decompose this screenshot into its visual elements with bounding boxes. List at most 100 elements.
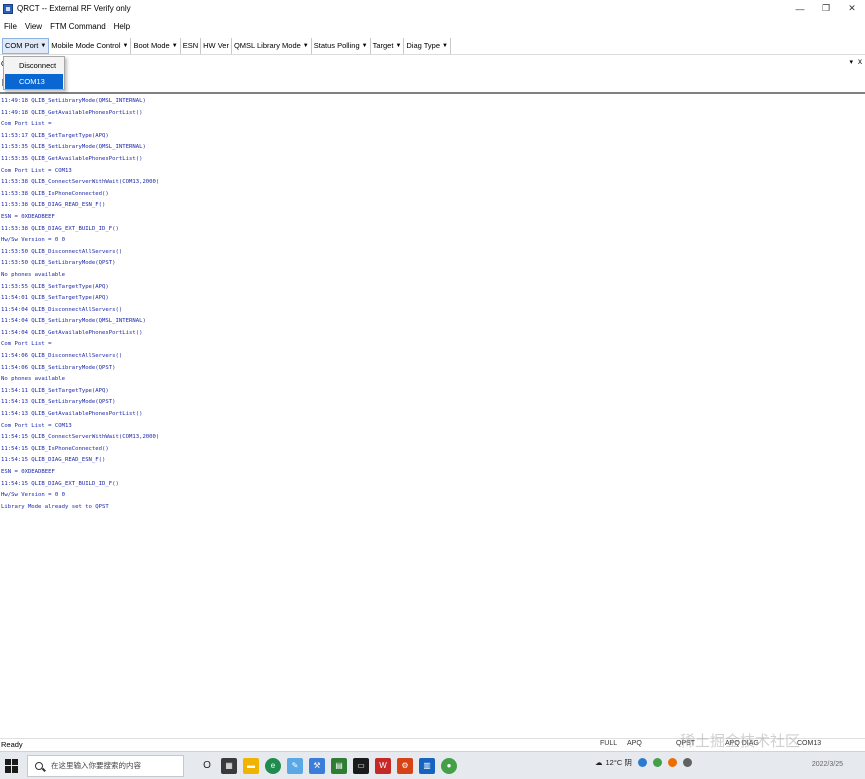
chevron-down-icon: ▼	[361, 42, 368, 49]
restore-icon[interactable]: ❐	[813, 0, 839, 17]
status-ready: Ready	[1, 740, 23, 749]
qrct-app-icon[interactable]: ▥	[419, 757, 435, 774]
mobile-mode-control-button[interactable]: Mobile Mode Control ▼	[49, 37, 132, 54]
tray-icon[interactable]	[682, 758, 692, 767]
log-line: 11:53:50 QLIB_DisconnectAllServers()	[1, 248, 123, 255]
clock-date[interactable]: 2022/3/25	[812, 761, 843, 768]
log-line: 11:54:13 QLIB_SetLibraryMode(QPST)	[1, 399, 116, 406]
log-line: 11:54:04 QLIB_SetLibraryMode(QMSL_INTERN…	[1, 318, 146, 325]
pin-icon[interactable]: ▾	[849, 58, 853, 66]
weather-text[interactable]: 12°C 阴	[606, 757, 632, 768]
menu-file[interactable]: File	[4, 22, 17, 31]
qmsl-library-mode-button[interactable]: QMSL Library Mode ▼	[232, 37, 312, 54]
system-tray: ☁ 12°C 阴	[595, 757, 692, 768]
toolbar: COM Port ▼ Mobile Mode Control ▼ Boot Mode…	[0, 37, 865, 55]
chat-app-icon[interactable]: ●	[441, 757, 457, 774]
search-placeholder: 在这里输入你要搜索的内容	[51, 761, 141, 770]
task-view-icon[interactable]: O	[199, 758, 215, 774]
status-polling-button[interactable]: Status Polling ▼	[312, 37, 371, 54]
chevron-down-icon: ▼	[442, 42, 448, 49]
window-controls: — ❐ ✕	[787, 0, 865, 17]
log-line: Hw/Sw Version = 0 0	[1, 237, 65, 244]
log-line: 11:49:18 QLIB_GetAvailablePhonesPortList…	[1, 109, 143, 116]
log-line: 11:54:13 QLIB_GetAvailablePhonesPortList…	[1, 411, 143, 418]
taskbar: 在这里输入你要搜索的内容 O ▦ ▬ e ✎ ⚒ ▤ ▭ W ⚙ ▥ ● ☁ 1…	[0, 751, 865, 779]
tool-icon[interactable]: ⚒	[309, 757, 325, 774]
log-line: ESN = 0XDEADBEEF	[1, 469, 55, 475]
tray-icon[interactable]	[637, 758, 647, 767]
hw-ver-button[interactable]: HW Ver	[201, 37, 232, 54]
log-line: 11:54:06 QLIB_DisconnectAllServers()	[1, 353, 123, 360]
chevron-down-icon: ▼	[302, 42, 309, 49]
log-line: 11:53:38 QLIB_DIAG_READ_ESN_F()	[1, 202, 106, 209]
log-line: 11:54:06 QLIB_SetLibraryMode(QPST)	[1, 364, 116, 371]
chevron-down-icon: ▼	[395, 42, 402, 49]
notes-icon[interactable]: ✎	[287, 757, 303, 774]
log-output[interactable]: 11:49:18 QLIB_SetLibraryMode(QMSL_INTERN…	[0, 96, 865, 736]
windows-start-icon[interactable]	[5, 758, 19, 773]
log-line: 11:53:55 QLIB_SetTargetType(APQ)	[1, 283, 109, 290]
tray-icon[interactable]	[667, 758, 677, 767]
esn-button[interactable]: ESN	[181, 37, 202, 54]
log-line: 11:53:38 QLIB_ConnectServerWithWait(COM1…	[1, 179, 160, 186]
tray-icon[interactable]	[652, 758, 662, 767]
log-line: 11:54:15 QLIB_ConnectServerWithWait(COM1…	[1, 434, 160, 441]
edge-browser-icon[interactable]: e	[265, 757, 281, 774]
chevron-down-icon: ▼	[171, 42, 178, 49]
log-line: 11:54:15 QLIB_DIAG_READ_ESN_F()	[1, 457, 106, 464]
search-icon	[35, 761, 43, 770]
log-line: 11:54:15 QLIB_DIAG_EXT_BUILD_ID_F()	[1, 480, 119, 487]
log-line: 11:53:38 QLIB_IsPhoneConnected()	[1, 190, 109, 197]
log-line: 11:54:01 QLIB_SetTargetType(APQ)	[1, 295, 109, 302]
minimize-icon[interactable]: —	[787, 0, 813, 17]
log-line: 11:54:11 QLIB_SetTargetType(APQ)	[1, 387, 109, 394]
pane-close-icon[interactable]: x	[858, 57, 862, 66]
chevron-down-icon: ▼	[122, 42, 129, 49]
taskbar-apps: O ▦ ▬ e ✎ ⚒ ▤ ▭ W ⚙ ▥ ●	[199, 757, 463, 774]
log-line: ESN = 0XDEADBEEF	[1, 213, 55, 220]
com-port-button[interactable]: COM Port ▼	[2, 37, 50, 54]
app-icon	[3, 3, 13, 14]
taskbar-search-input[interactable]: 在这里输入你要搜索的内容	[27, 754, 184, 777]
log-line: 11:53:35 QLIB_GetAvailablePhonesPortList…	[1, 155, 143, 162]
log-line: 11:53:38 QLIB_DIAG_EXT_BUILD_ID_F()	[1, 225, 119, 232]
diag-type-button[interactable]: Diag Type ▼	[404, 37, 451, 54]
menu-item-com13[interactable]: COM13	[5, 74, 63, 89]
log-line: Com Port List =	[1, 121, 52, 128]
window-title: QRCT -- External RF Verify only	[17, 4, 131, 13]
log-line: Com Port List = COM13	[1, 422, 72, 429]
weather-icon: ☁	[595, 758, 603, 767]
title-bar: QRCT -- External RF Verify only — ❐ ✕	[0, 0, 865, 17]
log-line: No phones available	[1, 271, 65, 278]
log-line: 11:53:35 QLIB_SetLibraryMode(QMSL_INTERN…	[1, 144, 146, 151]
file-explorer-icon[interactable]: ▬	[243, 757, 259, 774]
status-port: COM13	[797, 740, 822, 747]
log-line: 11:54:15 QLIB_IsPhoneConnected()	[1, 445, 109, 452]
settings-app-icon[interactable]: ⚙	[397, 757, 413, 774]
status-target: APQ	[627, 740, 642, 747]
menu-ftm-command[interactable]: FTM Command	[50, 22, 106, 31]
status-mode: FULL	[600, 740, 618, 747]
menu-item-disconnect[interactable]: Disconnect	[5, 58, 63, 73]
terminal-icon[interactable]: ▭	[353, 757, 369, 774]
boot-mode-button[interactable]: Boot Mode ▼	[131, 37, 181, 54]
log-line: Library Mode already set to QPST	[1, 503, 109, 510]
wps-icon[interactable]: W	[375, 757, 391, 774]
log-line: Hw/Sw Version = 0 0	[1, 492, 65, 499]
log-line: Com Port List =	[1, 341, 52, 348]
log-line: 11:49:18 QLIB_SetLibraryMode(QMSL_INTERN…	[1, 98, 146, 104]
log-line: 11:54:04 QLIB_GetAvailablePhonesPortList…	[1, 329, 143, 336]
target-button[interactable]: Target ▼	[371, 37, 405, 54]
log-line: 11:53:17 QLIB_SetTargetType(APQ)	[1, 132, 109, 139]
menu-bar: File View FTM Command Help	[0, 19, 865, 34]
app-grid-icon[interactable]: ▦	[221, 757, 237, 774]
document-app-icon[interactable]: ▤	[331, 757, 347, 774]
menu-view[interactable]: View	[25, 22, 42, 31]
log-line: 11:54:04 QLIB_DisconnectAllServers()	[1, 306, 123, 313]
chevron-down-icon: ▼	[40, 42, 47, 49]
log-line: No phones available	[1, 376, 65, 383]
tab-strip	[0, 72, 865, 94]
watermark: 稀土掘金技术社区	[680, 733, 801, 750]
menu-help[interactable]: Help	[114, 22, 130, 31]
close-icon[interactable]: ✕	[839, 0, 865, 17]
